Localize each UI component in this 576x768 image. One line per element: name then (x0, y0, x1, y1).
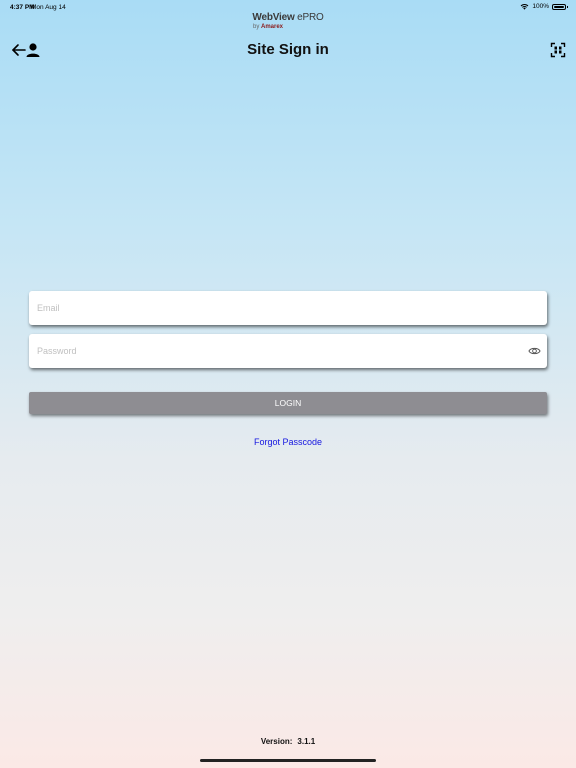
battery-percent: 100% (532, 3, 549, 10)
logo-title-bold: WebView (252, 12, 295, 23)
header: Site Sign in (0, 38, 576, 62)
version-info: Version: 3.1.1 (0, 737, 576, 746)
version-value: 3.1.1 (297, 737, 316, 746)
logo-by: by (252, 24, 261, 30)
logo-company: Amarex (261, 24, 284, 30)
scan-button[interactable] (550, 42, 566, 58)
page-title: Site Sign in (247, 41, 329, 58)
version-label: Version: (260, 737, 293, 746)
login-button[interactable]: LOGIN (29, 392, 547, 414)
password-field[interactable] (29, 334, 547, 368)
battery-icon (552, 3, 568, 10)
logo-title-light: ePRO (294, 12, 324, 23)
app-logo: WebView ePRO by Amarex (0, 13, 576, 31)
wifi-icon (521, 4, 529, 10)
eye-icon[interactable] (528, 345, 541, 357)
logo-title: WebView ePRO (0, 13, 576, 23)
email-field[interactable] (29, 291, 547, 325)
forgot-passcode-link[interactable]: Forgot Passcode (0, 437, 576, 447)
home-indicator[interactable] (200, 759, 376, 762)
password-input[interactable] (29, 334, 507, 368)
status-right: 100% (520, 3, 568, 10)
scan-icon (550, 42, 566, 58)
status-date: Mon Aug 14 (31, 4, 66, 11)
email-input[interactable] (29, 291, 507, 325)
logo-subtitle: by Amarex (0, 24, 576, 30)
